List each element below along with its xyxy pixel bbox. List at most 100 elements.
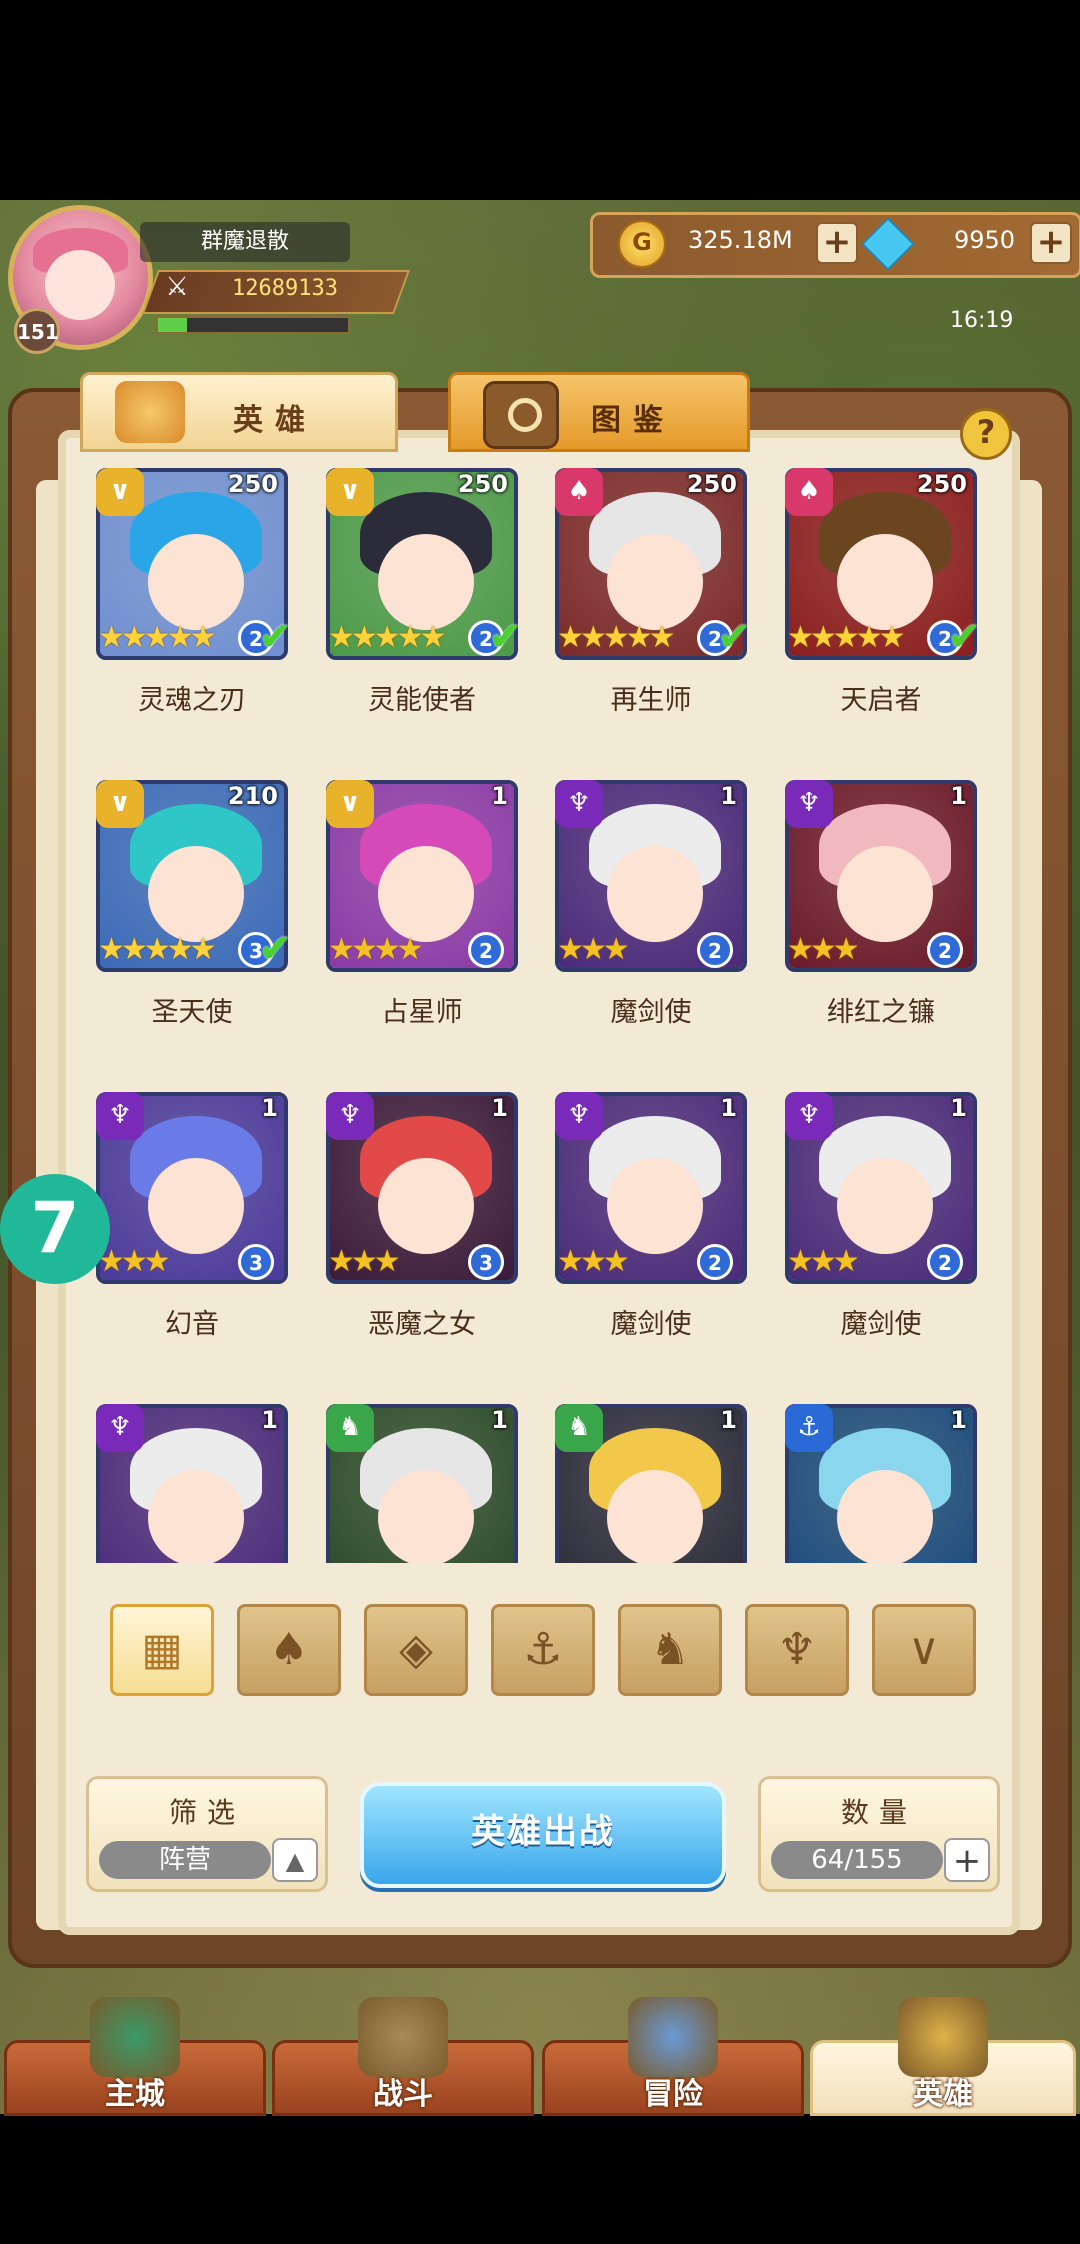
clock: 16:19 <box>950 308 1014 333</box>
add-gold-button[interactable]: + <box>816 222 858 264</box>
hero-level: 250 <box>227 470 278 498</box>
faction-filter-diamond-icon[interactable]: ◈ <box>364 1604 468 1696</box>
hero-card[interactable]: ♠ 250 ★★★★★ 2 ✔ 天启者 <box>785 468 981 752</box>
nav-label: 英雄 <box>913 2077 973 2112</box>
hero-level: 1 <box>950 1406 967 1434</box>
helmet-icon <box>115 381 185 443</box>
hero-level: 1 <box>950 1094 967 1122</box>
hero-face <box>148 846 244 942</box>
nav-tab[interactable]: 冒险 <box>542 1997 804 2116</box>
experience-bar <box>156 316 350 334</box>
checkmark-icon: ✔ <box>258 614 292 660</box>
beast-icon: ♞ <box>555 1404 603 1452</box>
hero-card[interactable]: ♆ 1 ★★★ 3 幻音 <box>96 1092 288 1376</box>
hero-level: 250 <box>457 470 508 498</box>
hero-face <box>607 1158 703 1254</box>
star-rating: ★★★★★ <box>98 620 217 655</box>
hero-name: 圣天使 <box>151 997 233 1028</box>
hero-face <box>607 534 703 630</box>
hero-level: 1 <box>491 1406 508 1434</box>
hero-level: 1 <box>491 1094 508 1122</box>
hero-level: 210 <box>227 782 278 810</box>
avatar-face <box>45 250 115 320</box>
faction-filter-lotus-icon[interactable]: ♠ <box>237 1604 341 1696</box>
hero-name: 天启者 <box>840 685 922 716</box>
hero-face <box>837 846 933 942</box>
hero-level: 1 <box>720 1406 737 1434</box>
tab-heroes[interactable]: 英雄 <box>80 372 398 452</box>
help-button[interactable]: ? <box>960 408 1012 460</box>
checkmark-icon: ✔ <box>717 614 751 660</box>
faction-filter-all-icon[interactable]: ▦ <box>110 1604 214 1696</box>
hero-card[interactable]: ⚓ 1 <box>785 1404 977 1563</box>
chevron-icon: ∨ <box>96 468 144 516</box>
beast-icon: ♞ <box>326 1404 374 1452</box>
gold-coin-icon: G <box>618 220 666 268</box>
hero-count-value: 64/155 <box>771 1841 943 1879</box>
hero-card[interactable]: ∨ 1 ★★★★ 2 占星师 <box>326 780 518 1064</box>
add-gems-button[interactable]: + <box>1030 222 1072 264</box>
faction-filter-anchor-icon[interactable]: ⚓ <box>491 1604 595 1696</box>
hero-name: 魔剑使 <box>610 1309 692 1340</box>
hero-rank-badge: 2 <box>927 932 963 968</box>
hero-face <box>378 534 474 630</box>
chevron-icon: ∨ <box>907 1624 941 1675</box>
hero-name: 绯红之镰 <box>827 997 935 1028</box>
player-level-badge: 151 <box>14 308 60 354</box>
hero-name: 再生师 <box>610 685 692 716</box>
deploy-heroes-button[interactable]: 英雄出战 <box>360 1782 726 1888</box>
nav-label: 主城 <box>105 2077 165 2112</box>
demon-icon: ♆ <box>555 780 603 828</box>
hero-card[interactable]: ♆ 1 ★★★ 3 恶魔之女 <box>326 1092 518 1376</box>
demon-icon: ♆ <box>326 1092 374 1140</box>
hero-card[interactable]: ∨ 250 ★★★★★ 2 ✔ 灵能使者 <box>326 468 522 752</box>
hero-name: 幻音 <box>165 1309 219 1340</box>
anchor-icon: ⚓ <box>785 1404 833 1452</box>
hero-rank-badge: 2 <box>927 1244 963 1280</box>
star-rating: ★★★★★ <box>557 620 676 655</box>
magnifier-icon <box>483 381 559 449</box>
crossed-swords-icon <box>358 1997 448 2077</box>
tab-codex[interactable]: 图鉴 <box>448 372 750 452</box>
hero-card[interactable]: ♞ 1 <box>555 1404 747 1563</box>
hero-name: 魔剑使 <box>840 1309 922 1340</box>
hero-card[interactable]: ♞ 1 <box>326 1404 518 1563</box>
gem-amount: 9950 <box>954 226 1016 254</box>
hero-card[interactable]: ♠ 250 ★★★★★ 2 ✔ 再生师 <box>555 468 751 752</box>
hero-card[interactable]: ♆ 1 ★★★ 2 魔剑使 <box>785 1092 977 1376</box>
navigation-bar-area <box>0 2116 1080 2244</box>
hero-face <box>837 534 933 630</box>
hero-name: 恶魔之女 <box>368 1309 476 1340</box>
hero-card[interactable]: ∨ 250 ★★★★★ 2 ✔ 灵魂之刃 <box>96 468 292 752</box>
nav-tab[interactable]: 主城 <box>4 1997 266 2116</box>
expand-slots-button[interactable]: + <box>944 1838 990 1882</box>
hero-rank-badge: 2 <box>697 932 733 968</box>
checkmark-icon: ✔ <box>488 614 522 660</box>
faction-filter-beast-icon[interactable]: ♞ <box>618 1604 722 1696</box>
hero-card[interactable]: ♆ 1 ★★★ 2 魔剑使 <box>555 1092 747 1376</box>
hero-face <box>148 534 244 630</box>
hero-level: 1 <box>261 1406 278 1434</box>
hero-card[interactable]: ♆ 1 ★★★ 2 魔剑使 <box>555 780 747 1064</box>
filter-toggle-button[interactable]: ▲ <box>272 1838 318 1882</box>
star-rating: ★★★★ <box>328 932 424 967</box>
nav-tab[interactable]: 战斗 <box>272 1997 534 2116</box>
helmet-icon <box>898 1997 988 2077</box>
faction-filter-demon-icon[interactable]: ♆ <box>745 1604 849 1696</box>
demon-icon: ♆ <box>785 780 833 828</box>
anchor-icon: ⚓ <box>523 1624 563 1675</box>
hero-card[interactable]: ♆ 1 ★★★ 2 绯红之镰 <box>785 780 977 1064</box>
hero-name: 占星师 <box>381 997 463 1028</box>
floating-assistant-badge[interactable]: 7 <box>0 1174 110 1284</box>
hero-card[interactable]: ♆ 1 <box>96 1404 288 1563</box>
hero-card[interactable]: ∨ 210 ★★★★★ 3 ✔ 圣天使 <box>96 780 292 1064</box>
hero-rank-badge: 3 <box>468 1244 504 1280</box>
hero-level: 1 <box>491 782 508 810</box>
hero-grid[interactable]: ∨ 250 ★★★★★ 2 ✔ 灵魂之刃 ∨ 250 ★★★★★ 2 ✔ 灵能使者 ♠ 250 ★★★★★ 2… <box>96 468 1016 1563</box>
star-rating: ★★★ <box>787 1244 860 1279</box>
star-rating: ★★★ <box>787 932 860 967</box>
gold-amount: 325.18M <box>688 226 793 254</box>
faction-filter-chevron-icon[interactable]: ∨ <box>872 1604 976 1696</box>
nav-tab[interactable]: 英雄 <box>810 1997 1076 2116</box>
demon-icon: ♆ <box>785 1092 833 1140</box>
